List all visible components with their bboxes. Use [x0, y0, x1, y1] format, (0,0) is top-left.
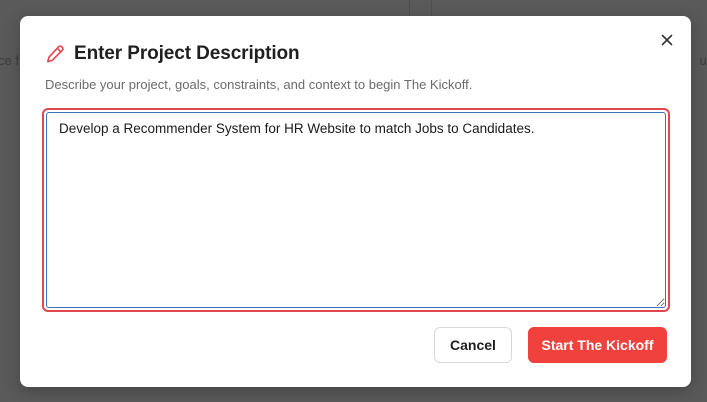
- cancel-button[interactable]: Cancel: [434, 327, 512, 363]
- dialog-subtitle: Describe your project, goals, constraint…: [45, 77, 473, 92]
- background-text: ur: [699, 53, 707, 68]
- close-icon: [661, 34, 673, 46]
- description-field-focus-ring: [42, 108, 670, 312]
- dialog-header: Enter Project Description: [45, 43, 300, 65]
- background-text: ce f: [0, 53, 19, 68]
- start-kickoff-button[interactable]: Start The Kickoff: [528, 327, 667, 363]
- project-description-input[interactable]: [46, 112, 666, 308]
- dialog-title: Enter Project Description: [74, 43, 300, 64]
- project-description-dialog: Enter Project Description Describe your …: [20, 16, 691, 387]
- close-button[interactable]: [657, 30, 677, 50]
- pencil-icon: [45, 44, 65, 64]
